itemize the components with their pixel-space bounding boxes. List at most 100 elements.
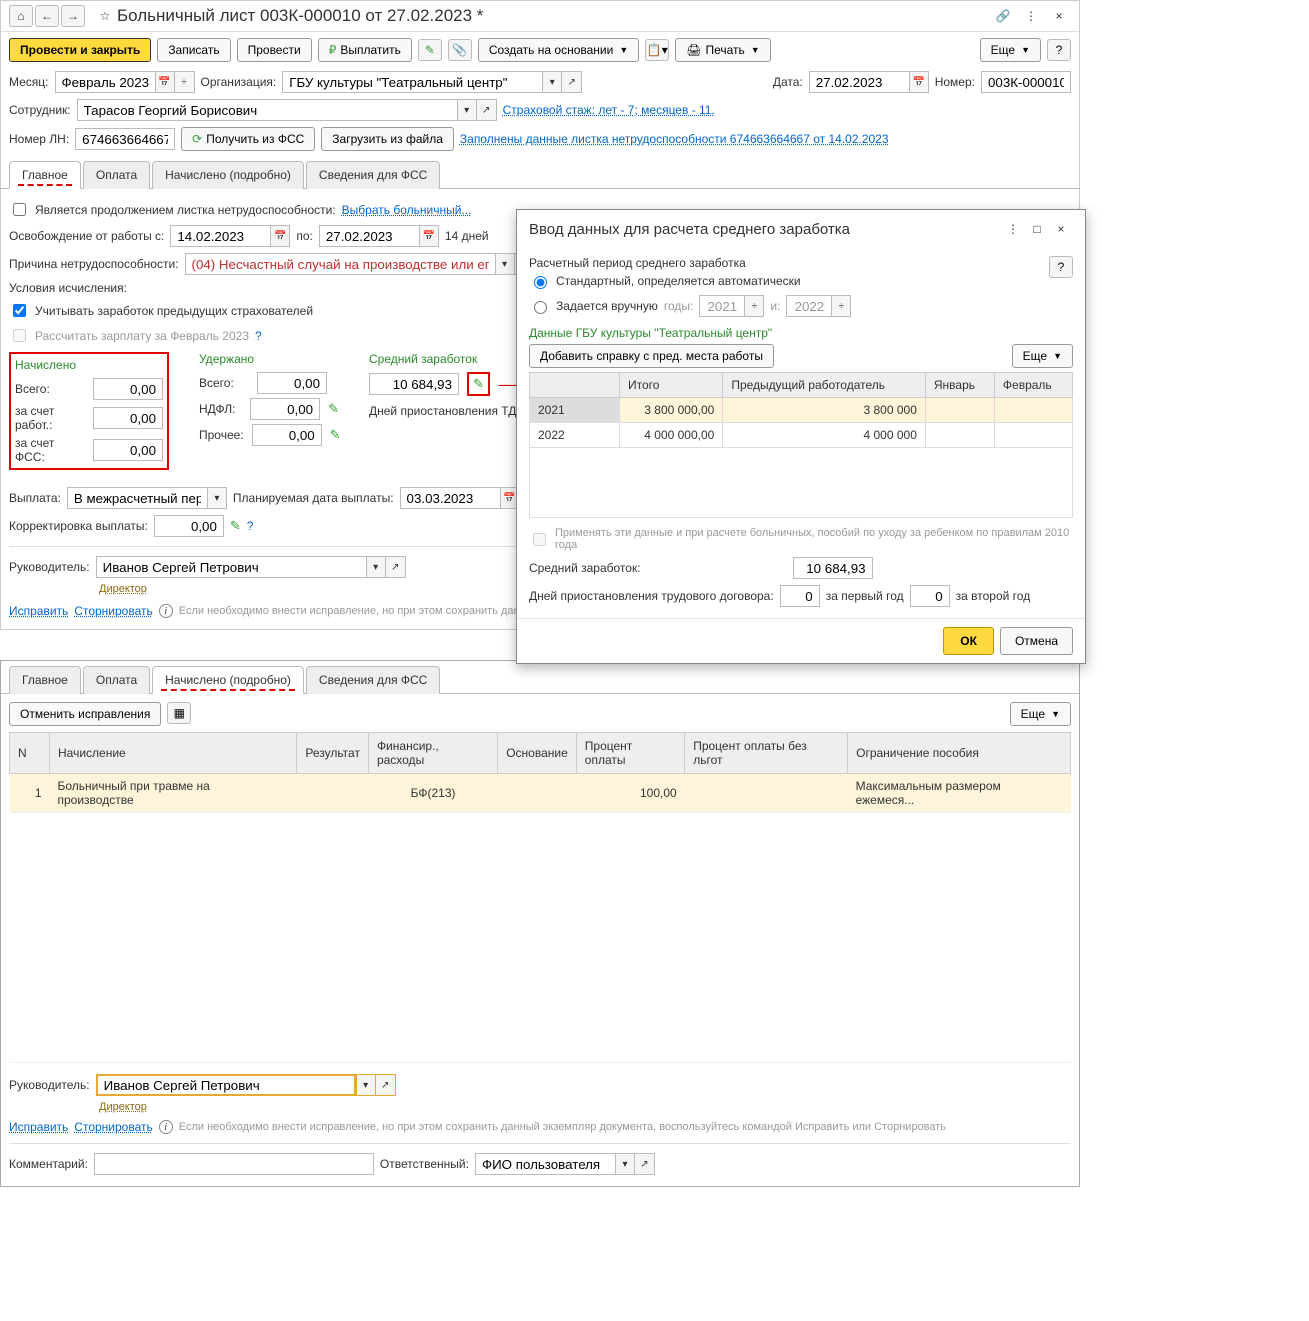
- head-input[interactable]: [96, 556, 366, 578]
- stepper-icon[interactable]: ÷: [744, 295, 764, 317]
- open-icon[interactable]: ↗: [635, 1153, 655, 1175]
- avg-pencil-icon[interactable]: ✎: [473, 376, 484, 391]
- ln-input[interactable]: [75, 128, 175, 150]
- comment-input[interactable]: [94, 1153, 374, 1175]
- kebab-icon[interactable]: ⋮: [1001, 218, 1025, 240]
- susp1-input[interactable]: [780, 585, 820, 607]
- dropdown-icon[interactable]: ▾: [615, 1153, 635, 1175]
- calendar-icon[interactable]: 📅: [909, 71, 929, 93]
- popup-avg-input[interactable]: [793, 557, 873, 579]
- close-icon[interactable]: ×: [1047, 5, 1071, 27]
- experience-link[interactable]: Страховой стаж: лет - 7; месяцев - 11.: [503, 103, 715, 117]
- ok-button[interactable]: ОК: [943, 627, 994, 655]
- ln-data-link[interactable]: Заполнены данные листка нетрудоспособнос…: [460, 132, 889, 146]
- accrued-fss[interactable]: [93, 439, 163, 461]
- accrued-total[interactable]: [93, 378, 163, 400]
- dropdown-icon[interactable]: ▾: [356, 1074, 376, 1096]
- director-link[interactable]: Директор: [99, 583, 147, 595]
- tab-main[interactable]: Главное: [9, 666, 81, 694]
- post-button[interactable]: Провести: [237, 38, 312, 62]
- calendar-icon[interactable]: 📅: [419, 225, 439, 247]
- withheld-total[interactable]: [257, 372, 327, 394]
- withheld-other[interactable]: [252, 424, 322, 446]
- calendar-icon[interactable]: 📅: [155, 71, 175, 93]
- post-close-button[interactable]: Провести и закрыть: [9, 38, 151, 62]
- payment-input[interactable]: [67, 487, 207, 509]
- director-link[interactable]: Директор: [99, 1101, 147, 1113]
- tab-fss[interactable]: Сведения для ФСС: [306, 161, 440, 189]
- pencil-icon[interactable]: ✎: [328, 401, 339, 417]
- date-from-input[interactable]: [170, 225, 270, 247]
- tab-accrued-detail[interactable]: Начислено (подробно): [152, 666, 304, 694]
- year1-input[interactable]: [699, 295, 744, 317]
- pencil-icon[interactable]: ✎: [230, 518, 241, 534]
- fix-link[interactable]: Исправить: [9, 604, 68, 618]
- withheld-ndfl[interactable]: [250, 398, 320, 420]
- stepper-icon[interactable]: ÷: [175, 71, 195, 93]
- stepper-icon[interactable]: ÷: [831, 295, 851, 317]
- dropdown-icon[interactable]: ▾: [457, 99, 477, 121]
- close-icon[interactable]: ×: [1049, 218, 1073, 240]
- home-icon[interactable]: ⌂: [9, 5, 33, 27]
- dropdown-icon[interactable]: ▾: [495, 253, 515, 275]
- maximize-icon[interactable]: □: [1025, 218, 1049, 240]
- open-icon[interactable]: ↗: [477, 99, 497, 121]
- manual-radio[interactable]: [534, 301, 547, 314]
- accrual-table[interactable]: N Начисление Результат Финансир., расход…: [9, 732, 1071, 1063]
- load-file-button[interactable]: Загрузить из файла: [321, 127, 454, 151]
- month-input[interactable]: [55, 71, 155, 93]
- clipboard-icon[interactable]: 📋▾: [645, 39, 669, 61]
- consider-prev-checkbox[interactable]: [13, 304, 26, 317]
- help-icon[interactable]: ?: [1047, 39, 1071, 61]
- date-input[interactable]: [809, 71, 909, 93]
- pencil-icon[interactable]: ✎: [418, 39, 442, 61]
- year2-input[interactable]: [786, 295, 831, 317]
- open-icon[interactable]: ↗: [386, 556, 406, 578]
- print-button[interactable]: 🖨 Печать▼: [675, 38, 770, 62]
- avg-value[interactable]: [369, 373, 459, 395]
- fix-link[interactable]: Исправить: [9, 1120, 68, 1134]
- pencil-icon[interactable]: ✎: [330, 427, 341, 443]
- pay-button[interactable]: ₽Выплатить: [318, 38, 412, 62]
- table-row[interactable]: 2021 3 800 000,00 3 800 000: [530, 398, 1073, 423]
- num-input[interactable]: [981, 71, 1071, 93]
- select-sick-link[interactable]: Выбрать больничный...: [342, 203, 472, 217]
- susp2-input[interactable]: [910, 585, 950, 607]
- star-icon[interactable]: ☆: [93, 5, 117, 27]
- head-input[interactable]: [96, 1074, 356, 1096]
- accrued-employer[interactable]: [93, 407, 163, 429]
- open-icon[interactable]: ↗: [562, 71, 582, 93]
- date-to-input[interactable]: [319, 225, 419, 247]
- tab-fss[interactable]: Сведения для ФСС: [306, 666, 440, 694]
- tab-payment[interactable]: Оплата: [83, 161, 150, 189]
- std-radio[interactable]: [534, 276, 547, 289]
- cancel-button[interactable]: Отмена: [1000, 627, 1073, 655]
- continuation-checkbox[interactable]: [13, 203, 26, 216]
- tab-main[interactable]: Главное: [9, 161, 81, 189]
- add-ref-button[interactable]: Добавить справку с пред. места работы: [529, 344, 774, 368]
- cancel-fix-button[interactable]: Отменить исправления: [9, 702, 161, 726]
- help-icon[interactable]: ?: [1049, 256, 1073, 278]
- kebab-icon[interactable]: ⋮: [1019, 5, 1043, 27]
- storno-link[interactable]: Сторнировать: [74, 1120, 152, 1134]
- table-row[interactable]: 2022 4 000 000,00 4 000 000: [530, 423, 1073, 448]
- earnings-table[interactable]: Итого Предыдущий работодатель Январь Фев…: [529, 372, 1073, 518]
- back-icon[interactable]: ←: [35, 5, 59, 27]
- dropdown-icon[interactable]: ▾: [366, 556, 386, 578]
- grid-settings-icon[interactable]: ▦: [167, 702, 191, 724]
- tab-payment[interactable]: Оплата: [83, 666, 150, 694]
- storno-link[interactable]: Сторнировать: [74, 604, 152, 618]
- attach-icon[interactable]: 📎: [448, 39, 472, 61]
- forward-icon[interactable]: →: [61, 5, 85, 27]
- get-fss-button[interactable]: ⟳ Получить из ФСС: [181, 127, 315, 151]
- more-button[interactable]: Еще▼: [980, 38, 1041, 62]
- save-button[interactable]: Записать: [157, 38, 230, 62]
- link-icon[interactable]: 🔗: [991, 5, 1015, 27]
- table-row[interactable]: 1 Больничный при травме на производстве …: [10, 774, 1071, 813]
- correction-input[interactable]: [154, 515, 224, 537]
- create-based-button[interactable]: Создать на основании▼: [478, 38, 639, 62]
- planned-date-input[interactable]: [400, 487, 500, 509]
- popup-more-button[interactable]: Еще▼: [1012, 344, 1073, 368]
- bottom-more-button[interactable]: Еще▼: [1010, 702, 1071, 726]
- org-input[interactable]: [282, 71, 542, 93]
